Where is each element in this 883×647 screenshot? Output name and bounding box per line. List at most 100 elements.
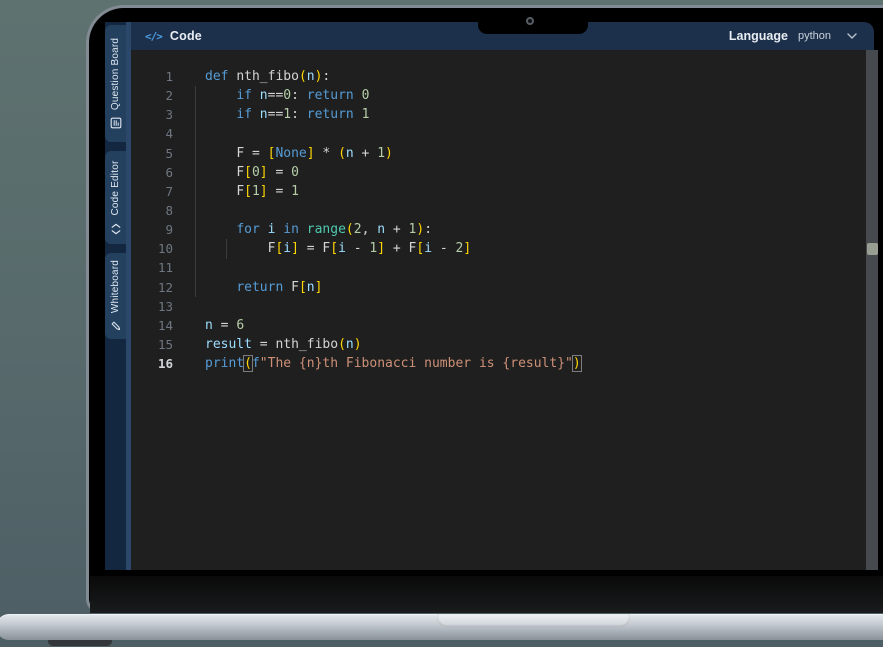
code-token: F (291, 280, 299, 295)
sidebar-tab-question-board[interactable]: Question Board (105, 25, 126, 142)
code-token: n (205, 318, 213, 333)
board-icon (110, 117, 122, 129)
code-line: 16print(f"The {n}th Fibonacci number is … (131, 354, 866, 373)
sidebar-tab-label: Whiteboard (110, 260, 121, 313)
code-token (205, 107, 236, 122)
screenshot-root: { "header": { "icon": "code-slash-icon",… (0, 0, 883, 647)
code-token: 2 (354, 222, 362, 237)
code-token: for (236, 222, 259, 237)
code-line: 11 (131, 258, 866, 277)
laptop-lid-groove (437, 614, 630, 627)
line-number: 2 (131, 86, 185, 105)
code-text: result = nth_fibo(n) (185, 335, 362, 354)
code-token: == (268, 88, 284, 103)
code-token: = (299, 241, 322, 256)
code-token: [ (244, 165, 252, 180)
chevron-down-icon[interactable] (847, 33, 857, 39)
code-token (205, 165, 236, 180)
webcam-icon (526, 17, 534, 25)
code-text: if n==0: return 0 (185, 86, 369, 105)
sidebar-tab-label: Question Board (110, 38, 121, 110)
code-line: 6 F[0] = 0 (131, 163, 866, 182)
line-number: 10 (131, 239, 185, 258)
code-line: 4 (131, 124, 866, 143)
code-token: 1 (283, 107, 291, 122)
code-token: F (236, 146, 244, 161)
code-token: F (236, 165, 244, 180)
code-token: : (322, 69, 330, 84)
code-token: i (338, 241, 346, 256)
code-token: ) (354, 337, 362, 352)
code-text: for i in range(2, n + 1): (185, 220, 432, 239)
code-line: 13 (131, 297, 866, 316)
code-token: - (346, 241, 369, 256)
code-token: ] (315, 280, 323, 295)
right-bezel-strip (866, 50, 878, 570)
code-token: ( (299, 69, 307, 84)
code-token: ( (338, 146, 346, 161)
language-selector[interactable]: Language python (729, 29, 857, 43)
code-token (205, 241, 268, 256)
line-number: 15 (131, 335, 185, 354)
code-text: F[1] = 1 (185, 182, 299, 201)
sidebar-tab-code-editor[interactable]: Code Editor (105, 151, 126, 244)
code-token: result (205, 337, 252, 352)
code-token: 1 (377, 146, 385, 161)
code-token (260, 222, 268, 237)
line-number: 3 (131, 105, 185, 124)
sidebar-divider (126, 22, 131, 570)
code-token (299, 222, 307, 237)
code-token: + (385, 241, 408, 256)
line-number: 9 (131, 220, 185, 239)
code-token: print (205, 356, 244, 371)
code-token (205, 222, 236, 237)
sidebar-tab-label: Code Editor (110, 161, 121, 216)
code-text: def nth_fibo(n): (185, 67, 330, 86)
code-token: "The {n}th Fibonacci number is {result}" (260, 356, 573, 371)
code-line: 12 return F[n] (131, 278, 866, 297)
code-token (354, 107, 362, 122)
code-token: = (244, 146, 267, 161)
code-token: n (307, 69, 315, 84)
line-number: 6 (131, 163, 185, 182)
code-text: F[i] = F[i - 1] + F[i - 2] (185, 239, 471, 258)
code-token: ) (385, 146, 393, 161)
code-token: [ (244, 184, 252, 199)
code-token (205, 146, 236, 161)
sidebar-tab-whiteboard[interactable]: Whiteboard (105, 253, 126, 339)
laptop-foot (48, 640, 112, 646)
code-slash-icon: </> (145, 30, 162, 43)
code-token: n (260, 107, 268, 122)
code-token: ) (416, 222, 424, 237)
code-token: = (268, 184, 291, 199)
code-token: [ (330, 241, 338, 256)
code-token (205, 184, 236, 199)
code-token: - (432, 241, 455, 256)
code-token: F (236, 184, 244, 199)
code-text: n = 6 (185, 316, 244, 335)
code-token: 1 (252, 184, 260, 199)
code-token: range (307, 222, 346, 237)
laptop-screen-chin (90, 576, 883, 613)
code-token: 0 (283, 88, 291, 103)
code-token: [ (299, 280, 307, 295)
code-token: + (354, 146, 377, 161)
code-line: 10 F[i] = F[i - 1] + F[i - 2] (131, 239, 866, 258)
code-token: i (424, 241, 432, 256)
code-token: None (275, 146, 306, 161)
code-line: 8 (131, 201, 866, 220)
line-number: 16 (131, 354, 185, 373)
indent-guide (195, 86, 196, 297)
code-line: 9 for i in range(2, n + 1): (131, 220, 866, 239)
code-editor-surface[interactable]: 1def nth_fibo(n):2 if n==0: return 03 if… (131, 50, 866, 570)
code-token: 0 (362, 88, 370, 103)
code-token: ) (573, 356, 581, 371)
code-token: nth_fibo (236, 69, 299, 84)
code-text (185, 297, 205, 316)
code-line: 14n = 6 (131, 316, 866, 335)
code-token: in (283, 222, 299, 237)
language-value[interactable]: python (798, 30, 831, 42)
code-token: , (362, 222, 378, 237)
line-number: 5 (131, 144, 185, 163)
code-line: 2 if n==0: return 0 (131, 86, 866, 105)
